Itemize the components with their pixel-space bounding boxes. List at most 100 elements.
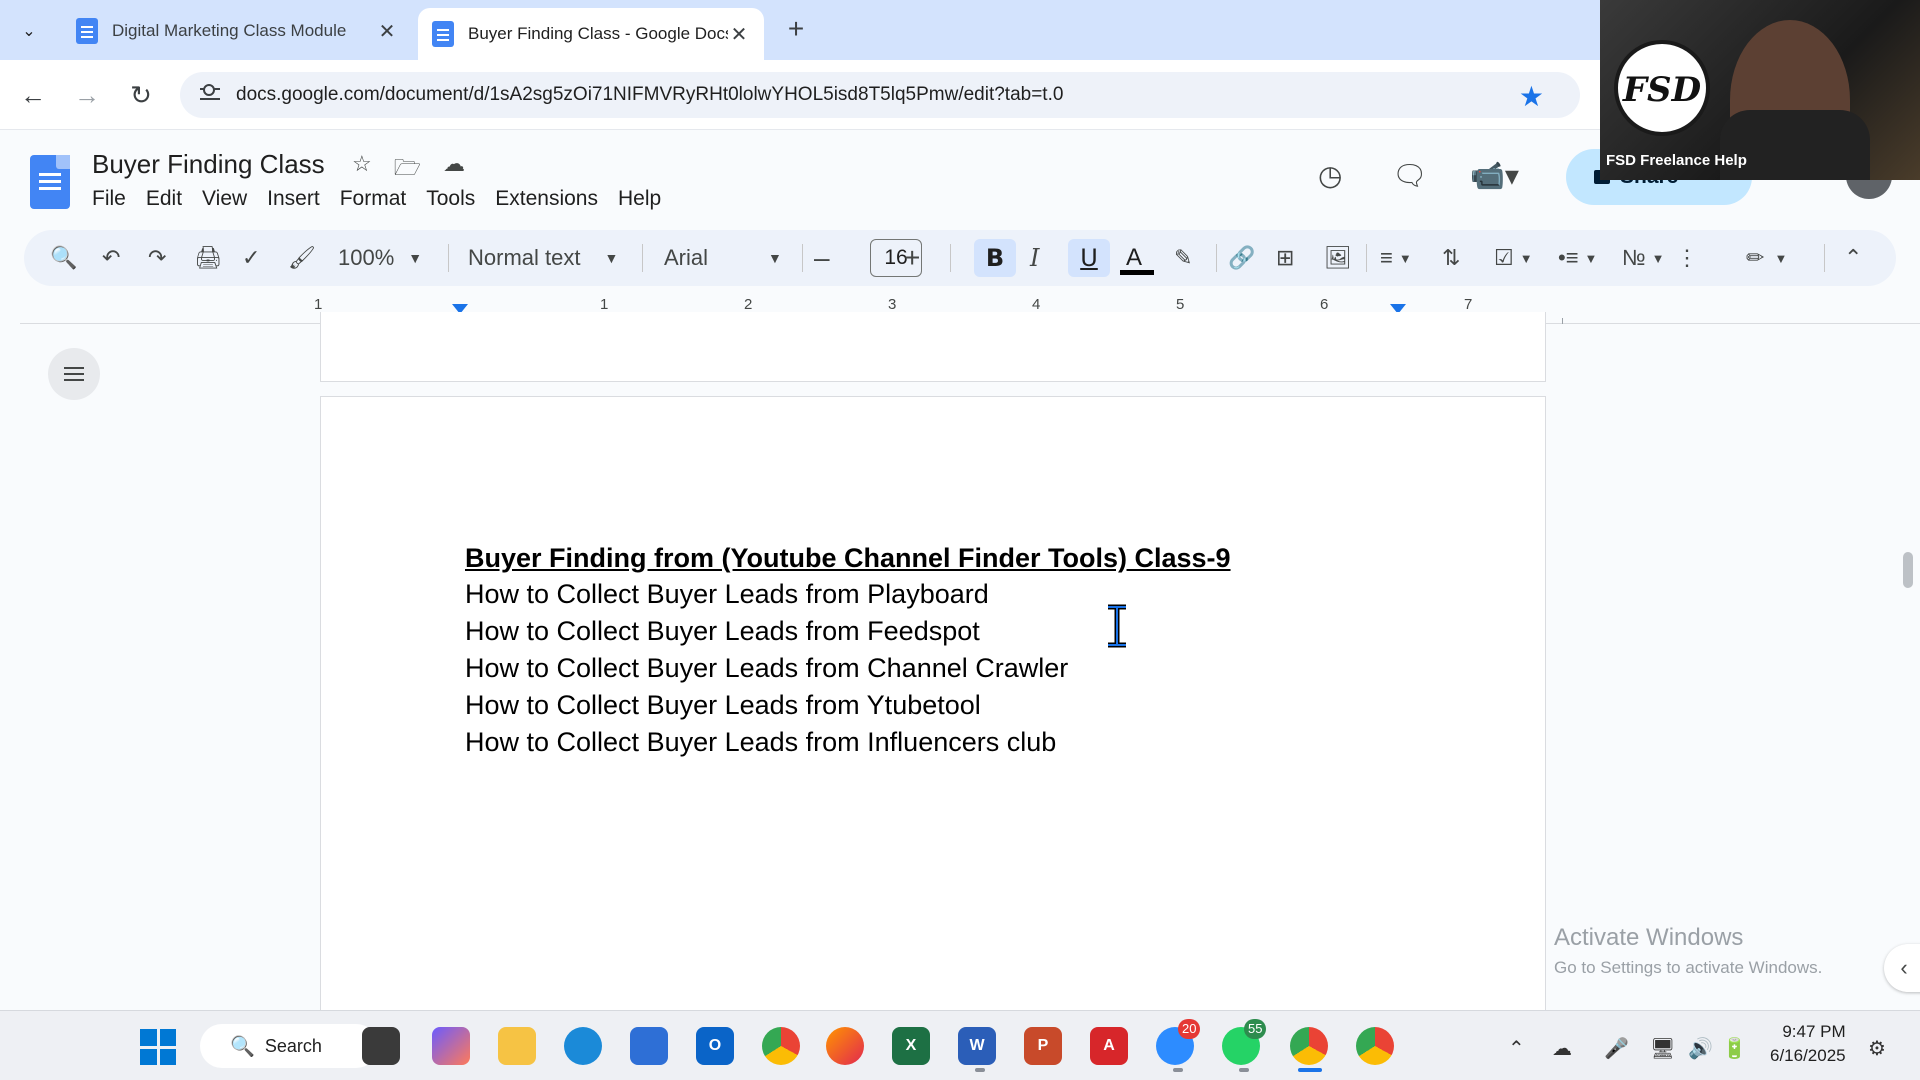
document-line[interactable]: How to Collect Buyer Leads from Feedspot [465, 616, 980, 647]
spellcheck-icon[interactable]: ✓ [242, 230, 260, 286]
url-text[interactable]: docs.google.com/document/d/1sA2sg5zOi71N… [236, 84, 1063, 106]
document-title[interactable]: Buyer Finding Class [92, 149, 325, 180]
checklist-icon[interactable]: ☑ ▼ [1494, 230, 1533, 286]
add-comment-icon[interactable]: ⊞ [1276, 230, 1294, 286]
network-icon[interactable]: 🖥 [1650, 1036, 1675, 1061]
bulleted-list-icon[interactable]: •≡ ▼ [1558, 230, 1597, 286]
omnibox[interactable]: docs.google.com/document/d/1sA2sg5zOi71N… [180, 72, 1580, 118]
file-explorer-icon[interactable] [498, 1027, 536, 1065]
underline-button[interactable]: U [1068, 239, 1110, 277]
zoom-select[interactable]: 100% ▼ [338, 230, 422, 286]
formatting-toolbar: 🔍 ↶ ↷ 🖨 ✓ 🖌 100% ▼ Normal text ▼ Arial ▼… [24, 230, 1896, 286]
document-line[interactable]: How to Collect Buyer Leads from Ytubetoo… [465, 690, 981, 721]
close-tab-icon[interactable]: ✕ [376, 19, 398, 44]
document-page[interactable]: Buyer Finding from (Youtube Channel Find… [320, 396, 1546, 1036]
previous-page [320, 312, 1546, 382]
excel-icon[interactable]: X [892, 1027, 930, 1065]
cloud-saved-icon[interactable]: ☁ [443, 151, 465, 189]
menu-insert[interactable]: Insert [257, 187, 330, 211]
undo-icon[interactable]: ↶ [102, 230, 120, 286]
search-menus-icon[interactable]: 🔍 [50, 230, 77, 286]
docs-logo-icon[interactable] [30, 155, 70, 209]
menu-file[interactable]: File [92, 187, 136, 211]
decrease-font-size-icon[interactable]: – [814, 230, 830, 286]
print-icon[interactable]: 🖨 [194, 230, 222, 286]
vertical-scrollbar-thumb[interactable] [1903, 552, 1913, 588]
notifications-icon[interactable]: ⚙ [1868, 1036, 1886, 1061]
tab-digital-marketing[interactable]: Digital Marketing Class Module ✕ [62, 8, 412, 54]
paragraph-style-select[interactable]: Normal text ▼ [468, 230, 618, 286]
microsoft-store-icon[interactable] [630, 1027, 668, 1065]
text-color-button[interactable]: A [1126, 230, 1142, 286]
meet-icon[interactable]: 📹▾ [1470, 159, 1519, 192]
bookmark-star-icon[interactable]: ★ [1519, 80, 1544, 113]
font-select[interactable]: Arial ▼ [664, 230, 782, 286]
redo-icon[interactable]: ↷ [148, 230, 166, 286]
onedrive-icon[interactable]: ☁ [1552, 1036, 1572, 1061]
hide-menus-chevron-up-icon[interactable]: ⌃ [1844, 230, 1862, 286]
tab-buyer-finding[interactable]: Buyer Finding Class - Google Docs ✕ [418, 8, 764, 60]
menu-view[interactable]: View [192, 187, 257, 211]
docs-tab-icon [432, 21, 454, 47]
acrobat-icon[interactable]: A [1090, 1027, 1128, 1065]
insert-link-icon[interactable]: 🔗 [1228, 230, 1255, 286]
zoom-badge: 20 [1178, 1019, 1201, 1039]
chrome-icon[interactable] [762, 1027, 800, 1065]
copilot-icon[interactable] [432, 1027, 470, 1065]
chevron-down-icon: ▼ [768, 250, 782, 266]
menu-extensions[interactable]: Extensions [485, 187, 608, 211]
document-line[interactable]: How to Collect Buyer Leads from Influenc… [465, 727, 1056, 758]
firefox-icon[interactable] [826, 1027, 864, 1065]
italic-button[interactable]: I [1030, 230, 1039, 286]
document-heading[interactable]: Buyer Finding from (Youtube Channel Find… [465, 543, 1231, 574]
back-icon[interactable]: ← [16, 78, 50, 112]
battery-icon[interactable]: 🔋 [1722, 1036, 1747, 1061]
comments-icon[interactable]: 🗨 [1392, 159, 1428, 192]
document-line[interactable]: How to Collect Buyer Leads from Channel … [465, 653, 1068, 684]
move-folder-icon[interactable]: 🗁 [394, 151, 421, 189]
whatsapp-running-indicator [1239, 1068, 1249, 1072]
show-hidden-icons-chevron-icon[interactable]: ⌃ [1508, 1036, 1525, 1061]
outlook-icon[interactable]: O [696, 1027, 734, 1065]
task-view-icon[interactable] [362, 1027, 400, 1065]
menu-edit[interactable]: Edit [136, 187, 192, 211]
word-icon[interactable]: W [958, 1027, 996, 1065]
document-outline-icon[interactable] [48, 348, 100, 400]
powerpoint-icon[interactable]: P [1024, 1027, 1062, 1065]
whatsapp-badge: 55 [1244, 1019, 1267, 1039]
menu-bar: File Edit View Insert Format Tools Exten… [92, 187, 671, 211]
more-options-icon[interactable]: ⋮ [1676, 230, 1698, 286]
menu-format[interactable]: Format [330, 187, 417, 211]
insert-image-icon[interactable]: 🖼 [1324, 230, 1352, 286]
system-clock[interactable]: 9:47 PM 6/16/2025 [1770, 1020, 1846, 1068]
star-icon[interactable]: ☆ [352, 151, 372, 189]
forward-icon[interactable]: → [70, 78, 104, 112]
chrome-alt-icon[interactable] [1356, 1027, 1394, 1065]
new-tab-button[interactable]: + [780, 14, 812, 46]
windows-start-icon[interactable] [140, 1029, 176, 1065]
numbered-list-icon[interactable]: № ▼ [1622, 230, 1664, 286]
menu-tools[interactable]: Tools [416, 187, 485, 211]
tab-search-chevron-icon[interactable]: ⌄ [10, 12, 48, 50]
paint-format-icon[interactable]: 🖌 [288, 230, 316, 286]
editing-mode-icon[interactable]: ✏ ▼ [1746, 230, 1787, 286]
reload-icon[interactable]: ↻ [124, 78, 158, 112]
increase-font-size-icon[interactable]: + [904, 230, 920, 286]
chrome-profile-icon[interactable] [1290, 1027, 1328, 1065]
taskbar-search[interactable]: 🔍 Search [200, 1024, 378, 1068]
close-tab-icon[interactable]: ✕ [728, 22, 750, 47]
menu-help[interactable]: Help [608, 187, 671, 211]
line-spacing-icon[interactable]: ⇅ [1442, 230, 1460, 286]
version-history-icon[interactable]: ◷ [1318, 159, 1342, 192]
highlight-color-icon[interactable]: ✎ [1174, 230, 1192, 286]
microphone-icon[interactable]: 🎤 [1604, 1036, 1629, 1061]
edge-icon[interactable] [564, 1027, 602, 1065]
volume-icon[interactable]: 🔊 [1688, 1036, 1713, 1061]
tab-title: Digital Marketing Class Module [112, 21, 347, 40]
site-settings-icon[interactable] [198, 83, 222, 107]
fsd-logo: FSD [1614, 40, 1710, 136]
ruler-number: 4 [1032, 296, 1041, 313]
bold-button[interactable]: B [974, 239, 1016, 277]
document-line[interactable]: How to Collect Buyer Leads from Playboar… [465, 579, 989, 610]
align-icon[interactable]: ≡ ▼ [1380, 230, 1412, 286]
